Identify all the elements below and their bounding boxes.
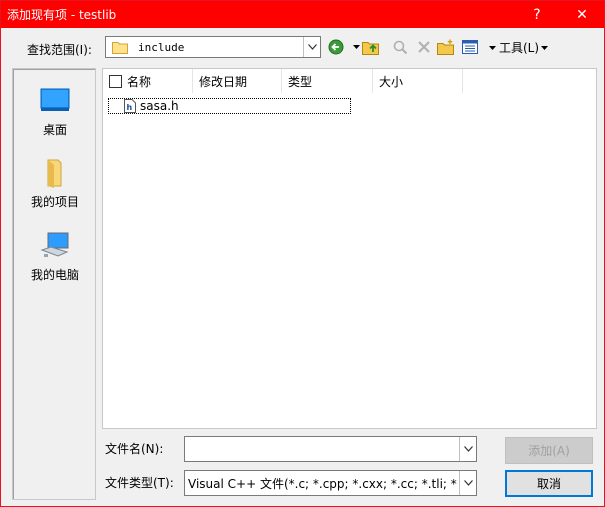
file-name-label: 文件名(N): (105, 442, 164, 456)
close-icon: ✕ (576, 6, 588, 23)
file-name-dropdown-arrow[interactable] (459, 437, 476, 461)
caret-down-icon (352, 45, 360, 49)
column-header-name[interactable]: 名称 (103, 69, 193, 93)
caret-down-icon (541, 45, 549, 50)
close-button[interactable]: ✕ (560, 1, 604, 28)
add-button[interactable]: 添加(A) (505, 437, 593, 464)
help-button[interactable]: ? (515, 1, 559, 28)
file-type-select[interactable]: Visual C++ 文件(*.c; *.cpp; *.cxx; *.cc; *… (184, 470, 477, 496)
header-file-icon: h (124, 99, 136, 113)
file-type-dropdown-arrow[interactable] (459, 471, 476, 495)
chevron-down-icon (463, 480, 473, 486)
file-name: sasa.h (140, 99, 179, 113)
list-item[interactable]: h sasa.h (108, 98, 351, 114)
file-list[interactable]: 名称 修改日期 类型 大小 h sasa.h (102, 68, 597, 429)
folder-icon (39, 157, 71, 189)
cancel-button[interactable]: 取消 (505, 470, 593, 497)
look-in-combo[interactable]: include (105, 36, 321, 58)
look-in-value: include (138, 40, 185, 54)
window-title: 添加现有项 - testlib (7, 8, 117, 22)
file-name-input[interactable] (184, 436, 477, 462)
column-header-size[interactable]: 大小 (373, 69, 463, 93)
column-header-label: 修改日期 (199, 74, 248, 89)
tools-menu-label: 工具(L) (499, 41, 540, 55)
column-header-type[interactable]: 类型 (282, 69, 373, 93)
chevron-down-icon (463, 446, 473, 452)
add-button-label: 添加(A) (528, 444, 570, 458)
add-existing-item-dialog: 添加现有项 - testlib ? ✕ 查找范围(I): include 工具(… (0, 0, 605, 507)
column-header-label: 大小 (379, 74, 404, 89)
computer-icon (39, 230, 71, 262)
look-in-label: 查找范围(I): (27, 43, 92, 57)
tools-menu-button[interactable]: 工具(L) (489, 39, 549, 56)
up-folder-icon[interactable] (362, 38, 380, 56)
folder-icon (112, 42, 128, 54)
file-type-value: Visual C++ 文件(*.c; *.cpp; *.cxx; *.cc; *… (188, 476, 458, 491)
look-in-dropdown-arrow[interactable] (303, 37, 320, 57)
back-icon[interactable] (327, 38, 345, 56)
column-header-label: 类型 (288, 74, 313, 89)
search-web-icon (391, 38, 409, 56)
place-my-projects[interactable]: 我的项目 (13, 157, 97, 210)
place-my-computer[interactable]: 我的电脑 (13, 230, 97, 283)
column-header-date[interactable]: 修改日期 (193, 69, 282, 93)
views-icon[interactable] (461, 38, 479, 56)
place-label: 我的电脑 (30, 268, 79, 282)
place-label: 我的项目 (30, 195, 79, 209)
place-desktop[interactable]: 桌面 (13, 85, 97, 138)
help-icon: ? (533, 6, 541, 23)
svg-text:h: h (127, 103, 133, 112)
column-header-label: 名称 (127, 74, 152, 89)
cancel-button-label: 取消 (536, 477, 561, 491)
new-folder-icon[interactable] (437, 38, 455, 56)
select-all-checkbox[interactable] (109, 74, 122, 88)
desktop-icon (39, 85, 71, 117)
title-bar[interactable]: 添加现有项 - testlib ? ✕ (1, 1, 604, 28)
place-label: 桌面 (42, 123, 67, 137)
back-history-dropdown[interactable] (351, 38, 361, 56)
chevron-down-icon (307, 44, 317, 50)
file-type-label: 文件类型(T): (105, 476, 174, 490)
places-bar: 桌面 我的项目 我的电脑 (12, 68, 96, 500)
caret-down-icon (489, 45, 496, 50)
delete-icon (415, 38, 433, 56)
